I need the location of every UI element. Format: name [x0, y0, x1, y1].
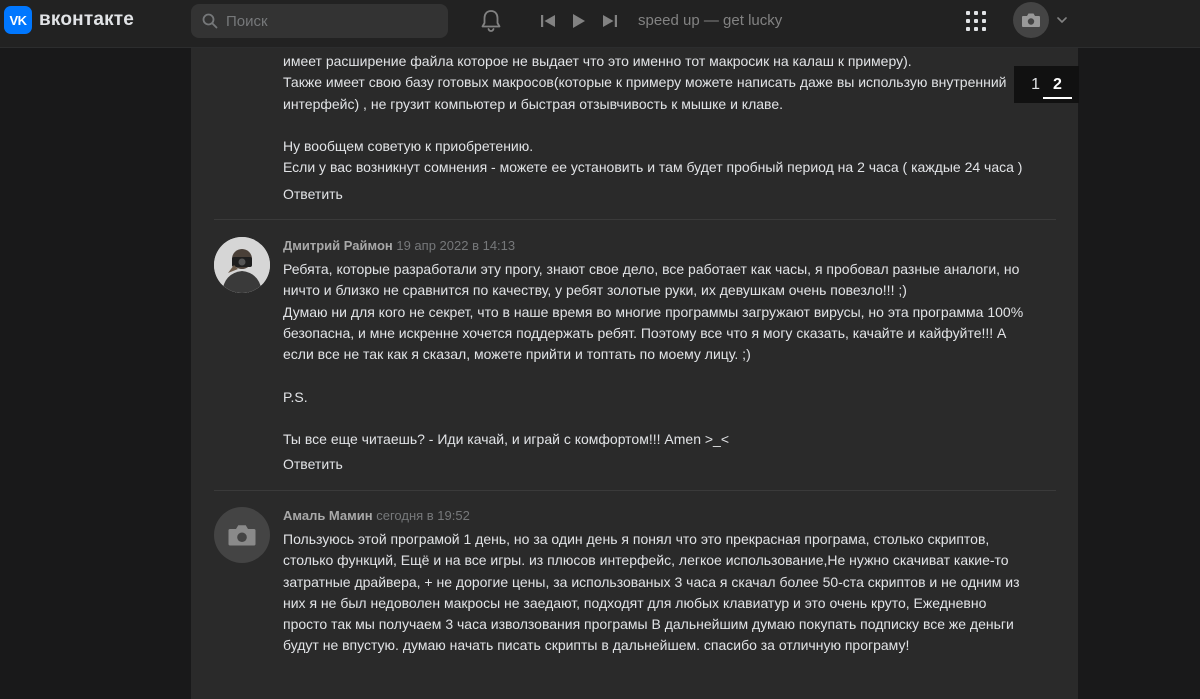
- comment-line: [283, 365, 1058, 386]
- comment-line: [283, 115, 1053, 136]
- comment-line: если все не так как я сказал, можете при…: [283, 346, 751, 363]
- comment-line: [283, 408, 1058, 429]
- divider: [214, 490, 1056, 491]
- pagination: 1 2: [1014, 66, 1079, 103]
- comment-line: столько функций, Ещё и на все игры. из п…: [283, 552, 1009, 569]
- vk-logo-text: вконтакте: [39, 9, 135, 30]
- comment-line: имеет расширение файла которое не выдает…: [283, 53, 912, 69]
- comment-text: Пользуюсь этой програмой 1 день, но за о…: [283, 529, 1058, 657]
- camera-icon: [228, 525, 256, 546]
- comment-author[interactable]: Дмитрий Раймон: [283, 238, 393, 253]
- divider: [214, 219, 1056, 220]
- comment-line: будут не впустую. думаю начать писать ск…: [283, 637, 910, 654]
- search-box[interactable]: [191, 4, 448, 38]
- audio-player-controls: [532, 10, 625, 32]
- apps-grid-icon[interactable]: [965, 10, 987, 37]
- previous-track-icon[interactable]: [532, 10, 563, 32]
- comment-line: Если у вас возникнут сомнения - можете е…: [283, 159, 1023, 176]
- comment-line: Пользуюсь этой програмой 1 день, но за о…: [283, 531, 990, 547]
- comment-header: Амаль Мамин сегодня в 19:52: [283, 508, 470, 523]
- camera-icon: [1022, 13, 1040, 27]
- previous-comment-text: имеет расширение файла которое не выдает…: [283, 51, 1053, 179]
- clipped-line: [283, 38, 1053, 48]
- comment-date[interactable]: 19 апр 2022 в 14:13: [396, 238, 515, 253]
- reply-button[interactable]: Ответить: [283, 456, 343, 472]
- user-photo-icon: [214, 237, 270, 293]
- avatar: [1013, 2, 1049, 38]
- next-track-icon[interactable]: [594, 10, 625, 32]
- page-link-current[interactable]: 2: [1043, 76, 1072, 99]
- comment-line: Ты все еще читаешь? - Иди качай, и играй…: [283, 431, 730, 448]
- vk-logo[interactable]: VK вконтакте: [4, 6, 134, 34]
- comment-line: просто так мы получаем 3 часа изволзован…: [283, 616, 1014, 633]
- play-icon[interactable]: [563, 10, 594, 32]
- avatar[interactable]: [214, 237, 270, 293]
- comment-line: ничто и близко не сравнится по качеству,…: [283, 282, 907, 299]
- comment-line: затратные драйвера, + не дорогие цены, з…: [283, 573, 1020, 590]
- comment-line: Ребята, которые разработали эту прогу, з…: [283, 261, 1020, 277]
- chevron-down-icon: [1057, 17, 1067, 23]
- comment-author[interactable]: Амаль Мамин: [283, 508, 373, 523]
- vk-logo-mark: VK: [4, 6, 32, 34]
- search-input[interactable]: [226, 12, 436, 30]
- comment-line: интерфейс) , не грузит компьютер и быстр…: [283, 95, 783, 112]
- comment-line: Думаю ни для кого не секрет, что в наше …: [283, 303, 1024, 320]
- comment-text: Ребята, которые разработали эту прогу, з…: [283, 259, 1058, 451]
- notifications-bell-icon[interactable]: [479, 8, 503, 39]
- comment-header: Дмитрий Раймон 19 апр 2022 в 14:13: [283, 238, 515, 253]
- comment-line: Также имеет свою базу готовых макросов(к…: [283, 74, 1007, 91]
- page-link[interactable]: 1: [1031, 76, 1040, 94]
- comment-line: P.S.: [283, 388, 308, 405]
- comment-date[interactable]: сегодня в 19:52: [376, 508, 470, 523]
- comment-line: безопасна, и мне искренне хочется поддер…: [283, 324, 1007, 341]
- comment-line: них я не был недоволен макросы не заедаю…: [283, 594, 987, 611]
- search-icon: [202, 13, 218, 29]
- comment-line: Ну вообщем советую к приобретению.: [283, 138, 534, 155]
- avatar[interactable]: [214, 507, 270, 563]
- current-track-title[interactable]: speed up — get lucky: [638, 12, 782, 29]
- reply-button[interactable]: Ответить: [283, 186, 343, 202]
- profile-menu[interactable]: [1013, 2, 1067, 38]
